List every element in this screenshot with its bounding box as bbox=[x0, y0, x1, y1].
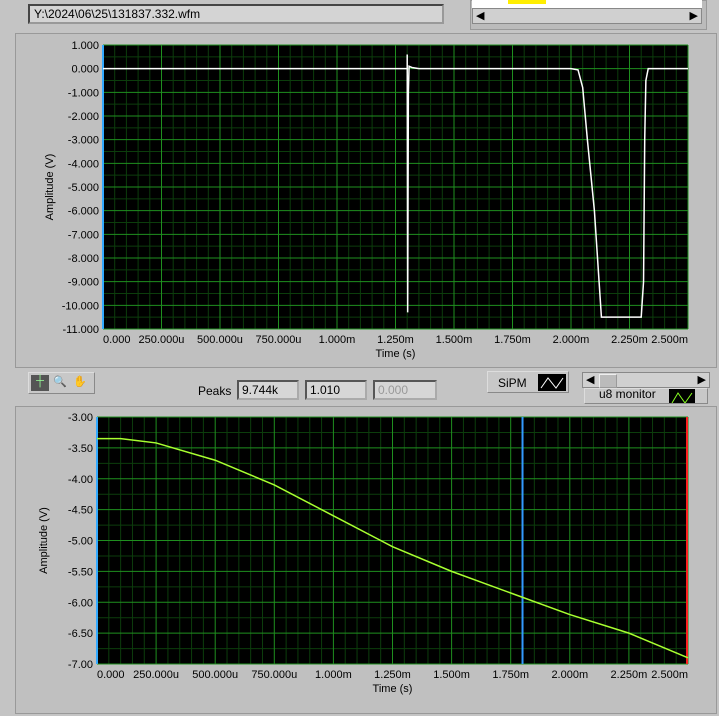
sipm-trace-icon bbox=[538, 374, 566, 391]
cursor-tool-icon[interactable]: ┼ bbox=[31, 375, 49, 391]
x-tick-label: 0.000 bbox=[103, 334, 131, 346]
x-tick-label: 1.750m bbox=[494, 334, 531, 346]
x-tick-label: 1.500m bbox=[433, 669, 470, 681]
y-axis-label: Amplitude (V) bbox=[38, 507, 50, 574]
y-tick-label: -4.000 bbox=[68, 158, 99, 170]
zoom-tool-icon[interactable]: 🔍 bbox=[53, 375, 67, 388]
y-tick-label: -6.00 bbox=[68, 597, 93, 609]
x-tick-label: 2.250m bbox=[611, 334, 648, 346]
x-tick-label: 2.000m bbox=[551, 669, 588, 681]
x-tick-label: 500.000u bbox=[197, 334, 243, 346]
y-tick-label: -7.00 bbox=[68, 659, 93, 671]
scroll-thumb[interactable] bbox=[599, 374, 617, 388]
peak-value-1[interactable]: 9.744k bbox=[237, 380, 299, 400]
y-tick-label: -6.50 bbox=[68, 628, 93, 640]
scroll-left-icon[interactable]: ◀ bbox=[476, 9, 484, 22]
x-tick-label: 1.750m bbox=[492, 669, 529, 681]
file-path-text: Y:\2024\06\25\131837.332.wfm bbox=[34, 7, 201, 21]
peaks-label: Peaks bbox=[198, 384, 232, 398]
peak-value-2-text: 1.010 bbox=[310, 383, 341, 397]
x-tick-label: 250.000u bbox=[139, 334, 185, 346]
y-tick-label: -5.50 bbox=[68, 566, 93, 578]
x-tick-label: 2.500m bbox=[651, 334, 688, 346]
y-tick-label: -5.000 bbox=[68, 182, 99, 194]
peak-value-1-text: 9.744k bbox=[242, 383, 279, 397]
legend-scrollbar[interactable]: ◀ ▶ bbox=[582, 372, 710, 388]
y-tick-label: -2.000 bbox=[68, 111, 99, 123]
top-graph-panel: 0.000 250.000u 500.000u 750.000u 1.000m 1.250… bbox=[15, 33, 717, 368]
table-highlight bbox=[508, 0, 546, 4]
y-tick-label: -3.50 bbox=[68, 443, 93, 455]
y-tick-label: -6.000 bbox=[68, 206, 99, 218]
bottom-graph-panel: 0.000 250.000u 500.000u 750.000u 1.000m 1.250… bbox=[15, 406, 717, 714]
x-tick-label: 1.250m bbox=[377, 334, 414, 346]
x-tick-label: 1.250m bbox=[374, 669, 411, 681]
y-tick-label: -4.50 bbox=[68, 505, 93, 517]
table-hscrollbar[interactable]: ◀ ▶ bbox=[472, 8, 702, 24]
y-tick-label: -4.00 bbox=[68, 474, 93, 486]
x-axis-label: Time (s) bbox=[373, 683, 413, 695]
y-tick-label: -7.000 bbox=[68, 229, 99, 241]
graph-tools-palette: ┼ 🔍 ✋ bbox=[28, 372, 95, 394]
x-tick-label: 1.000m bbox=[315, 669, 352, 681]
file-path-field[interactable]: Y:\2024\06\25\131837.332.wfm bbox=[28, 4, 444, 24]
top-waveform-graph[interactable]: 0.000 250.000u 500.000u 750.000u 1.000m 1.250… bbox=[16, 34, 716, 367]
y-tick-label: -9.000 bbox=[68, 277, 99, 289]
bottom-waveform-graph[interactable]: 0.000 250.000u 500.000u 750.000u 1.000m 1.250… bbox=[16, 407, 716, 713]
table-cells[interactable] bbox=[472, 0, 702, 8]
x-tick-label: 750.000u bbox=[251, 669, 297, 681]
sipm-label: SiPM bbox=[498, 376, 527, 390]
y-tick-label: -3.00 bbox=[68, 412, 93, 424]
peak-value-3-text: 0.000 bbox=[378, 383, 409, 397]
x-tick-label: 500.000u bbox=[192, 669, 238, 681]
scroll-left-icon[interactable]: ◀ bbox=[586, 373, 594, 386]
y-tick-label: -8.000 bbox=[68, 253, 99, 265]
scroll-right-icon[interactable]: ▶ bbox=[698, 373, 706, 386]
x-tick-label: 2.000m bbox=[553, 334, 590, 346]
y-tick-label: -11.000 bbox=[63, 324, 100, 336]
y-tick-label: 1.000 bbox=[71, 40, 99, 52]
y-tick-label: -10.000 bbox=[62, 300, 99, 312]
y-tick-label: -1.000 bbox=[68, 87, 99, 99]
x-tick-label: 1.500m bbox=[436, 334, 473, 346]
x-tick-label: 2.250m bbox=[611, 669, 648, 681]
y-tick-label: -3.000 bbox=[68, 135, 99, 147]
u8-label: u8 monitor bbox=[599, 388, 656, 401]
x-tick-label: 0.000 bbox=[97, 669, 125, 681]
y-axis-label: Amplitude (V) bbox=[44, 154, 56, 221]
pan-tool-icon[interactable]: ✋ bbox=[73, 375, 87, 388]
x-tick-label: 2.500m bbox=[651, 669, 688, 681]
x-axis-label: Time (s) bbox=[376, 348, 416, 360]
peak-value-2[interactable]: 1.010 bbox=[305, 380, 367, 400]
y-tick-label: -5.00 bbox=[68, 536, 93, 548]
scroll-right-icon[interactable]: ▶ bbox=[690, 9, 698, 22]
u8-plot-legend[interactable]: u8 monitor bbox=[584, 388, 708, 404]
peak-value-3: 0.000 bbox=[373, 380, 437, 400]
sipm-plot-legend[interactable]: SiPM bbox=[487, 371, 569, 393]
x-tick-label: 250.000u bbox=[133, 669, 179, 681]
y-tick-label: 0.000 bbox=[71, 64, 99, 76]
u8-trace-icon bbox=[669, 389, 695, 403]
x-tick-label: 750.000u bbox=[256, 334, 302, 346]
x-tick-label: 1.000m bbox=[319, 334, 356, 346]
